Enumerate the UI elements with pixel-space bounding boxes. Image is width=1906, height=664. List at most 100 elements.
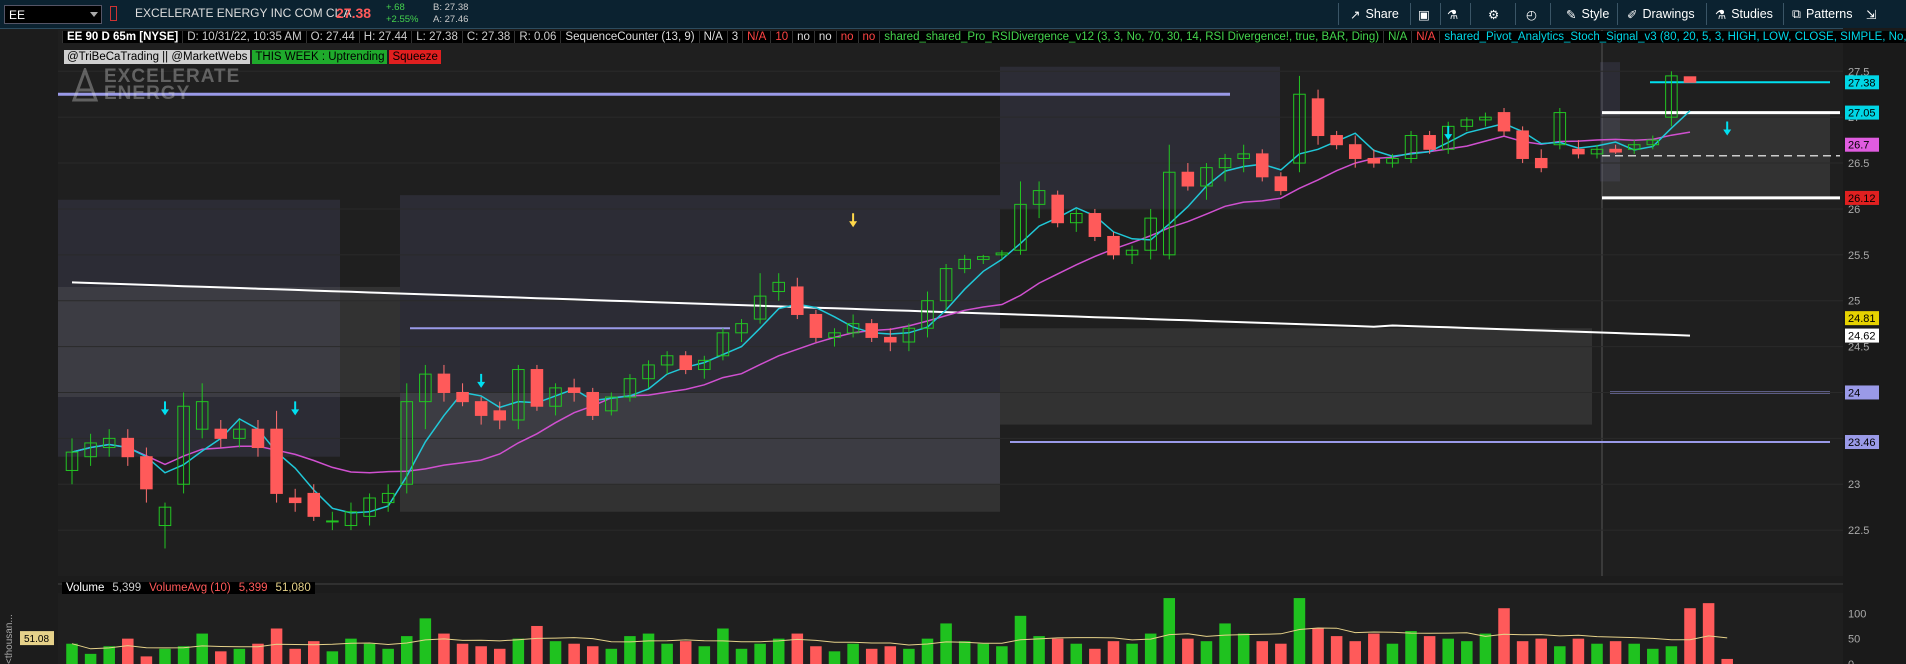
volume-bar (1609, 641, 1622, 664)
candle-body (270, 428, 283, 494)
volume-bar (1572, 638, 1585, 664)
price-chart[interactable]: 27.52726.52625.52524.52423.52322.5100500… (0, 28, 1906, 664)
volume-bar (940, 623, 952, 664)
toolbar-divider (1440, 3, 1441, 25)
volume-bar (1647, 648, 1659, 664)
patterns-button[interactable]: ⧉ Patterns (1792, 4, 1853, 24)
candle-body (1088, 213, 1102, 237)
volume-avg-label[interactable]: VolumeAvg (10) (145, 582, 235, 594)
volume-bar (122, 638, 134, 664)
volume-bar (103, 646, 115, 664)
bar-low: L: 27.38 (411, 31, 462, 43)
candle-body (326, 520, 339, 523)
time-button[interactable]: ◴ (1526, 4, 1537, 24)
bid-price: B: 27.38 (433, 2, 469, 13)
style-button[interactable]: ✎ Style (1566, 4, 1609, 24)
study-value: 10 (770, 31, 793, 43)
volume-value: 5,399 (108, 582, 146, 594)
study-sequence-counter[interactable]: SequenceCounter (13, 9) (560, 31, 699, 43)
more-options-button[interactable]: ⇲ (1866, 4, 1876, 24)
volume-bar (884, 646, 897, 664)
candle-body (1683, 76, 1697, 83)
volume-bar (996, 646, 1008, 664)
study-rsi-divergence[interactable]: shared_shared_Pro_RSIDivergence_v12 (3, … (879, 31, 1384, 43)
volume-bar (419, 618, 432, 664)
handle-badge: @TriBeCaTrading || @MarketWebs (64, 50, 251, 64)
candle-body (307, 492, 321, 517)
last-price: 27.38 (336, 5, 372, 21)
chart-area[interactable]: 27.52726.52625.52524.52423.52322.5100500… (0, 28, 1906, 664)
volume-bar (475, 646, 487, 664)
volume-bar (493, 648, 506, 664)
study-pivot-analytics[interactable]: shared_Pivot_Analytics_Stoch_Signal_v3 (… (1439, 31, 1906, 43)
candle-body (288, 497, 302, 504)
study-value: no (857, 31, 880, 43)
settings-button[interactable]: ⚙ (1488, 4, 1499, 24)
logo-line-2: ENERGY (104, 83, 191, 104)
study-value: N/A (1411, 31, 1440, 43)
candle-body (437, 373, 451, 393)
volume-bar (1684, 608, 1696, 664)
study-value: no (813, 31, 836, 43)
flexible-grid-button[interactable]: ▣ (1418, 4, 1430, 24)
volume-bar (1256, 641, 1269, 664)
symbol-input-box[interactable] (4, 5, 102, 24)
volume-bar (1163, 598, 1176, 664)
price-axis-marker-label: 23.46 (1848, 437, 1876, 449)
chevron-down-icon[interactable] (90, 12, 98, 17)
volume-bar (1033, 636, 1045, 664)
patterns-icon: ⧉ (1792, 6, 1801, 21)
company-logo-watermark: EXCELERATE ENERGY (70, 66, 280, 104)
style-label: Style (1581, 7, 1610, 21)
drawings-button[interactable]: ✐ Drawings (1627, 4, 1695, 24)
volume-bar (1089, 648, 1101, 664)
volume-bar (1051, 638, 1064, 664)
studies-button[interactable]: ⚗ Studies (1715, 4, 1773, 24)
price-axis-marker-label: 24 (1848, 387, 1860, 399)
volume-bar (828, 651, 841, 664)
flag-icon[interactable] (110, 6, 117, 21)
volume-bar (1405, 631, 1417, 664)
bar-range: R: 0.06 (514, 31, 561, 43)
volume-bar (1702, 603, 1715, 664)
toolbar-divider (1470, 3, 1471, 25)
price-tick-label: 25 (1848, 296, 1860, 308)
volume-bar (345, 638, 357, 664)
expand-icon: ⇲ (1866, 7, 1877, 22)
ask-price: A: 27.46 (433, 14, 469, 25)
volume-bar (159, 648, 171, 664)
volume-bar (1498, 608, 1510, 664)
volume-info-bar: Volume 5,399 VolumeAvg (10) 5,399 51,080 (62, 582, 315, 594)
price-tick-label: 23 (1848, 479, 1860, 491)
value-area-box (1000, 328, 1592, 425)
candle-body (1330, 135, 1343, 146)
volume-bar (791, 633, 804, 664)
volume-bar (1312, 628, 1324, 664)
top-toolbar: EXCELERATE ENERGY INC COM CL A 27.38 +.6… (0, 0, 1906, 29)
candle-body (1534, 157, 1548, 169)
candle-body (809, 313, 823, 338)
chart-style-icon: ✎ (1566, 7, 1577, 22)
symbol-input[interactable] (5, 7, 93, 23)
volume-label[interactable]: Volume (62, 582, 109, 594)
price-axis-marker-label: 26.7 (1848, 140, 1869, 152)
volume-bar (1182, 638, 1194, 664)
volume-bar (661, 643, 673, 664)
chart-title: EE 90 D 65m [NYSE] (62, 31, 183, 43)
study-value: no (792, 31, 814, 43)
candle-body (474, 401, 488, 416)
lab-button[interactable]: ⚗ (1447, 4, 1458, 24)
candle-body (1311, 98, 1325, 137)
toolbar-divider (1617, 3, 1618, 25)
logo-mark-icon (71, 68, 99, 102)
flask-icon: ⚗ (1447, 7, 1459, 22)
volume-bar (1275, 643, 1287, 664)
volume-bar (568, 643, 580, 664)
candle-body (530, 369, 544, 407)
share-button[interactable]: ↗ Share (1350, 4, 1399, 24)
volume-bar (977, 643, 990, 664)
candle-body (121, 437, 135, 458)
volume-bar (1461, 641, 1473, 664)
volume-avg-value: 5,399 (234, 582, 272, 594)
volume-bar (1386, 643, 1399, 664)
